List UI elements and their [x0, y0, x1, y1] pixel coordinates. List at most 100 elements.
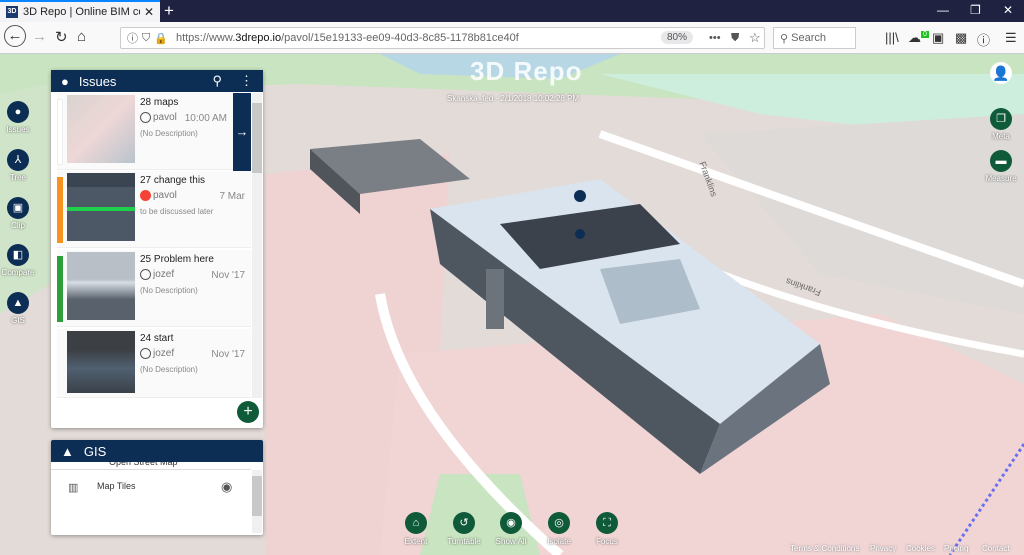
- home-icon[interactable]: ⌂: [77, 28, 86, 45]
- sidebar-icon[interactable]: ▣: [932, 30, 944, 46]
- pocket-icon[interactable]: ⛊: [731, 32, 739, 45]
- zoom-level[interactable]: 80%: [661, 31, 694, 44]
- menu-icon[interactable]: ☰: [1005, 30, 1017, 46]
- info-icon[interactable]: ⓘ: [127, 30, 138, 46]
- library-icon[interactable]: |||\: [885, 30, 899, 45]
- issue-description: to be discussed later: [140, 207, 214, 216]
- measure-button[interactable]: ▬: [990, 150, 1012, 172]
- search-input[interactable]: ⚲ Search: [773, 27, 856, 49]
- browser-tab[interactable]: 3D 3D Repo | Online BIM collaboration ✕: [0, 0, 160, 22]
- ruler-icon: ▬: [995, 155, 1007, 167]
- issues-nav-label: Issues: [6, 125, 30, 134]
- new-tab-button[interactable]: +: [164, 1, 174, 21]
- extent-button[interactable]: ⌂: [405, 512, 427, 534]
- map-icon: ▥: [68, 482, 79, 494]
- focus-icon: ⛶: [603, 517, 611, 529]
- url-bar[interactable]: ⓘ ⛉ 🔒 https://www.3drepo.io/pavol/15e191…: [120, 27, 765, 49]
- issue-item[interactable]: 28 maps pavol 10:00 AM (No Description): [57, 93, 233, 170]
- minimize-icon[interactable]: —: [937, 3, 949, 17]
- extension-s-icon[interactable]: ▩: [955, 30, 967, 46]
- close-window-icon[interactable]: ✕: [1003, 3, 1013, 17]
- extension-icon[interactable]: ☁ 0: [908, 30, 929, 46]
- shield-icon: ⛉: [142, 31, 151, 44]
- back-icon[interactable]: ←: [4, 25, 26, 47]
- url-text[interactable]: https://www.3drepo.io/pavol/15e19133-ee0…: [176, 32, 519, 44]
- status-icon: [140, 269, 151, 280]
- tree-icon: ⅄: [14, 154, 22, 166]
- tab-title: 3D Repo | Online BIM collaboration: [23, 6, 140, 18]
- turntable-icon: ↺: [459, 517, 469, 529]
- contact-link[interactable]: Contact: [982, 544, 1010, 553]
- issue-thumbnail: [67, 173, 135, 241]
- issues-header: ● Issues ⚲ ⋮: [51, 70, 263, 92]
- issue-title: 25 Problem here: [140, 254, 214, 265]
- add-issue-button[interactable]: +: [237, 401, 259, 423]
- issue-owner: jozef: [140, 269, 174, 280]
- mountain-icon: ▲: [12, 297, 24, 309]
- issue-description: (No Description): [140, 286, 198, 295]
- issues-scrollbar[interactable]: [252, 93, 262, 398]
- terms-link[interactable]: Terms & Conditions: [790, 544, 859, 553]
- more-icon[interactable]: •••: [709, 32, 721, 44]
- gis-scrollbar[interactable]: [252, 470, 262, 533]
- issue-date: Nov '17: [211, 349, 245, 360]
- search-icon[interactable]: ⚲: [212, 73, 222, 89]
- tree-nav-label: Tree: [9, 173, 27, 182]
- eye-icon: ◉: [506, 517, 516, 529]
- gis-title: GIS: [83, 443, 107, 459]
- privacy-link[interactable]: Privacy: [870, 544, 896, 553]
- issues-nav-button[interactable]: ●: [7, 101, 29, 123]
- clip-nav-button[interactable]: ▣: [7, 197, 29, 219]
- alert-icon[interactable]: ⓘ: [977, 30, 990, 49]
- gis-panel: ▲ GIS Open Street Map ▥ Map Tiles ◉: [51, 440, 263, 535]
- issue-thumbnail: [67, 331, 135, 393]
- isolate-button[interactable]: ◎: [548, 512, 570, 534]
- issue-date: 10:00 AM: [184, 113, 227, 124]
- measure-label: Measure: [985, 174, 1017, 183]
- more-vert-icon[interactable]: ⋮: [240, 73, 253, 89]
- model-info: Skanska_fed - 2/1/2018 10:02:28 PM: [447, 94, 580, 103]
- restore-icon[interactable]: ❐: [970, 3, 981, 17]
- browser-tab-bar: 3D 3D Repo | Online BIM collaboration ✕ …: [0, 0, 1024, 22]
- issue-title: 27 change this: [140, 175, 206, 186]
- meta-button[interactable]: ❐: [990, 108, 1012, 130]
- issue-item[interactable]: 27 change this pavol 7 Mar to be discuss…: [57, 171, 251, 248]
- issue-description: (No Description): [140, 365, 198, 374]
- bookmark-star-icon[interactable]: ☆: [749, 30, 761, 46]
- map-pin-icon: ●: [14, 106, 22, 118]
- account-icon[interactable]: 👤: [990, 62, 1012, 84]
- mountain-icon: ▲: [61, 443, 74, 459]
- search-icon: ⚲: [780, 32, 792, 45]
- gis-nav-button[interactable]: ▲: [7, 292, 29, 314]
- pricing-link[interactable]: Pricing: [944, 544, 968, 553]
- clip-icon: ▣: [12, 202, 24, 214]
- issue-item[interactable]: 25 Problem here jozef Nov '17 (No Descri…: [57, 250, 251, 327]
- compare-nav-button[interactable]: ◧: [7, 244, 29, 266]
- forward-icon[interactable]: →: [32, 28, 47, 45]
- isolate-label: Isolate: [547, 537, 571, 546]
- show-all-label: Show All: [495, 537, 527, 546]
- issue-thumbnail: [67, 252, 135, 320]
- 3d-viewer[interactable]: 3D Repo Skanska_fed - 2/1/2018 10:02:28 …: [0, 54, 1024, 555]
- open-issue-arrow-icon[interactable]: →: [233, 93, 251, 171]
- status-icon: [140, 112, 151, 123]
- lock-icon: 🔒: [154, 32, 168, 45]
- close-tab-icon[interactable]: ✕: [144, 5, 154, 19]
- clip-nav-label: Clip: [11, 221, 25, 230]
- issue-owner: jozef: [140, 348, 174, 359]
- focus-button[interactable]: ⛶: [596, 512, 618, 534]
- show-all-button[interactable]: ◉: [500, 512, 522, 534]
- meta-label: Meta: [992, 132, 1010, 141]
- reload-icon[interactable]: ↻: [55, 28, 68, 46]
- cookies-link[interactable]: Cookies: [906, 544, 935, 553]
- issue-owner: pavol: [140, 190, 177, 201]
- gis-header: ▲ GIS: [51, 440, 263, 462]
- priority-bar: [57, 256, 63, 322]
- turntable-button[interactable]: ↺: [453, 512, 475, 534]
- visibility-eye-icon[interactable]: ◉: [221, 479, 232, 495]
- map-pin-icon: ●: [61, 73, 69, 89]
- tree-nav-button[interactable]: ⅄: [7, 149, 29, 171]
- issue-title: 28 maps: [140, 97, 179, 108]
- issue-item[interactable]: 24 start jozef Nov '17 (No Description): [57, 329, 251, 398]
- status-icon: [140, 348, 151, 359]
